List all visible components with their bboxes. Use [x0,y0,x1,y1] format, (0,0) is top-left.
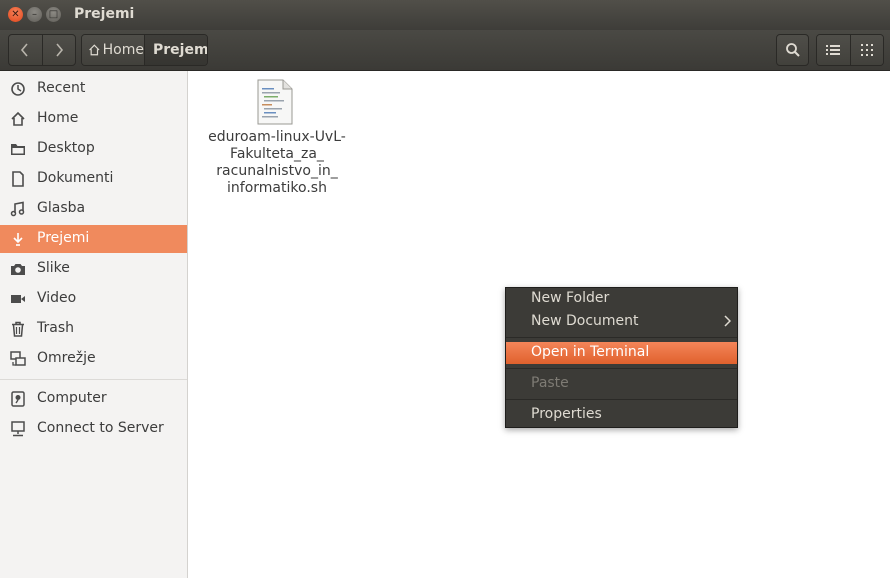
context-menu: New Folder New Document Open in Terminal… [505,287,738,428]
menu-separator [506,399,737,400]
menu-item-label: Open in Terminal [531,344,650,360]
folder-icon [11,144,25,155]
sidebar-item-label: Omrežje [37,350,96,366]
home-icon [89,44,100,56]
sidebar-item-label: Connect to Server [37,420,164,436]
file-name-line: eduroam-linux-UvL- [208,129,346,145]
sidebar: Recent Home Desktop Dokumenti Glasba Pre… [0,71,188,578]
maximize-window-button[interactable]: □ [46,7,61,22]
search-icon [785,43,800,57]
sidebar-item-label: Glasba [37,200,86,216]
back-button[interactable] [9,35,42,65]
view-mode-buttons [816,34,884,66]
sidebar-item-label: Dokumenti [37,170,114,186]
sidebar-item-dokumenti[interactable]: Dokumenti [0,165,187,193]
sidebar-item-glasba[interactable]: Glasba [0,195,187,223]
file-name-line: racunalnistvo_in_ [216,163,338,179]
menu-item-new-document[interactable]: New Document [506,311,737,333]
sidebar-item-computer[interactable]: Computer [0,385,187,413]
menu-item-properties[interactable]: Properties [506,404,737,426]
file-name-line: Fakulteta_za_ [230,146,324,162]
sidebar-item-label: Prejemi [37,230,90,246]
sidebar-item-video[interactable]: Video [0,285,187,313]
sidebar-item-label: Video [37,290,77,306]
close-icon: ✕ [11,8,20,20]
breadcrumb-home-label: Home [102,42,144,58]
minimize-icon: – [32,8,37,20]
submenu-arrow-icon [724,315,731,327]
menu-item-label: New Folder [531,290,610,306]
chevron-left-icon [21,43,28,57]
sidebar-item-label: Computer [37,390,107,406]
breadcrumb-current-label: Prejemi [153,42,208,58]
breadcrumb-prejemi[interactable]: Prejemi [144,35,207,65]
sidebar-item-label: Trash [37,320,74,336]
trash-icon [12,321,24,337]
menu-separator [506,368,737,369]
sidebar-item-label: Recent [37,80,86,96]
list-view-button[interactable] [817,35,850,65]
search-button[interactable] [776,34,809,66]
sidebar-item-home[interactable]: Home [0,105,187,133]
sidebar-item-recent[interactable]: Recent [0,75,187,103]
menu-item-new-folder[interactable]: New Folder [506,288,737,310]
sidebar-item-label: Home [37,110,79,126]
list-view-icon [826,45,841,55]
navigation-buttons [8,34,76,66]
menu-item-label: New Document [531,313,639,329]
sidebar-item-prejemi[interactable]: Prejemi [0,225,187,253]
window-title: Prejemi [74,6,135,22]
clock-icon [11,82,25,96]
sidebar-item-slike[interactable]: Slike [0,255,187,283]
title-bar: ✕ – □ Prejemi [0,0,890,30]
sidebar-item-trash[interactable]: Trash [0,315,187,343]
sidebar-item-desktop[interactable]: Desktop [0,135,187,163]
music-icon [10,201,25,217]
menu-item-open-in-terminal[interactable]: Open in Terminal [506,342,737,364]
menu-separator [506,337,737,338]
forward-button[interactable] [41,35,76,65]
sidebar-item-label: Desktop [37,140,95,156]
sidebar-item-omrezje[interactable]: Omrežje [0,345,187,373]
server-icon [11,421,25,437]
breadcrumb: Home Prejemi [81,34,208,66]
minimize-window-button[interactable]: – [27,7,42,22]
close-window-button[interactable]: ✕ [8,7,23,22]
sidebar-item-connect-to-server[interactable]: Connect to Server [0,415,187,443]
chevron-right-icon [56,43,63,57]
grid-view-icon [860,44,873,56]
breadcrumb-home[interactable]: Home [82,35,144,65]
download-icon [13,233,23,246]
menu-item-label: Properties [531,406,602,422]
document-icon [12,171,24,187]
file-name: eduroam-linux-UvL- Fakulteta_za_ racunal… [198,129,356,197]
file-name-line: informatiko.sh [227,180,327,196]
menu-item-paste: Paste [506,373,737,395]
menu-item-label: Paste [531,375,569,391]
video-icon [11,295,25,303]
sidebar-divider [0,379,187,380]
grid-view-button[interactable] [849,35,883,65]
camera-icon [11,264,25,275]
home-icon [11,111,25,126]
toolbar: Home Prejemi [0,30,890,71]
sidebar-item-label: Slike [37,260,70,276]
maximize-icon: □ [48,8,59,20]
network-icon [10,351,26,366]
computer-icon [11,391,25,407]
shell-script-icon [257,79,293,125]
